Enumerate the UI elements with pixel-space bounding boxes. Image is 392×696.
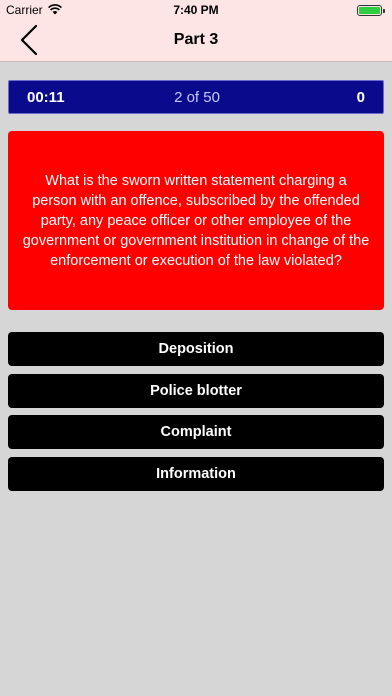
question-progress: 2 of 50 xyxy=(174,89,220,106)
page-title: Part 3 xyxy=(173,31,219,48)
answer-label: Information xyxy=(156,466,236,482)
battery-icon xyxy=(357,5,385,16)
quiz-status-bar: 00:11 2 of 50 0 xyxy=(8,80,384,114)
answer-button-police-blotter[interactable]: Police blotter xyxy=(8,374,384,408)
question-text: What is the sworn written statement char… xyxy=(22,172,370,269)
answer-button-information[interactable]: Information xyxy=(8,457,384,491)
status-time: 7:40 PM xyxy=(173,3,219,17)
answer-label: Deposition xyxy=(158,341,234,357)
answer-label: Police blotter xyxy=(150,383,242,399)
top-bar: Carrier 7:40 PM Part 3 xyxy=(0,0,392,62)
quiz-screen: Carrier 7:40 PM Part 3 00:11 2 of 50 0 W… xyxy=(0,0,392,696)
score-text: 0 xyxy=(356,89,365,106)
answer-button-complaint[interactable]: Complaint xyxy=(8,415,384,449)
answer-button-deposition[interactable]: Deposition xyxy=(8,332,384,366)
question-box: What is the sworn written statement char… xyxy=(8,131,384,310)
answer-label: Complaint xyxy=(160,424,232,440)
status-bar: Carrier 7:40 PM xyxy=(0,0,392,20)
navigation-bar: Part 3 xyxy=(0,20,392,62)
